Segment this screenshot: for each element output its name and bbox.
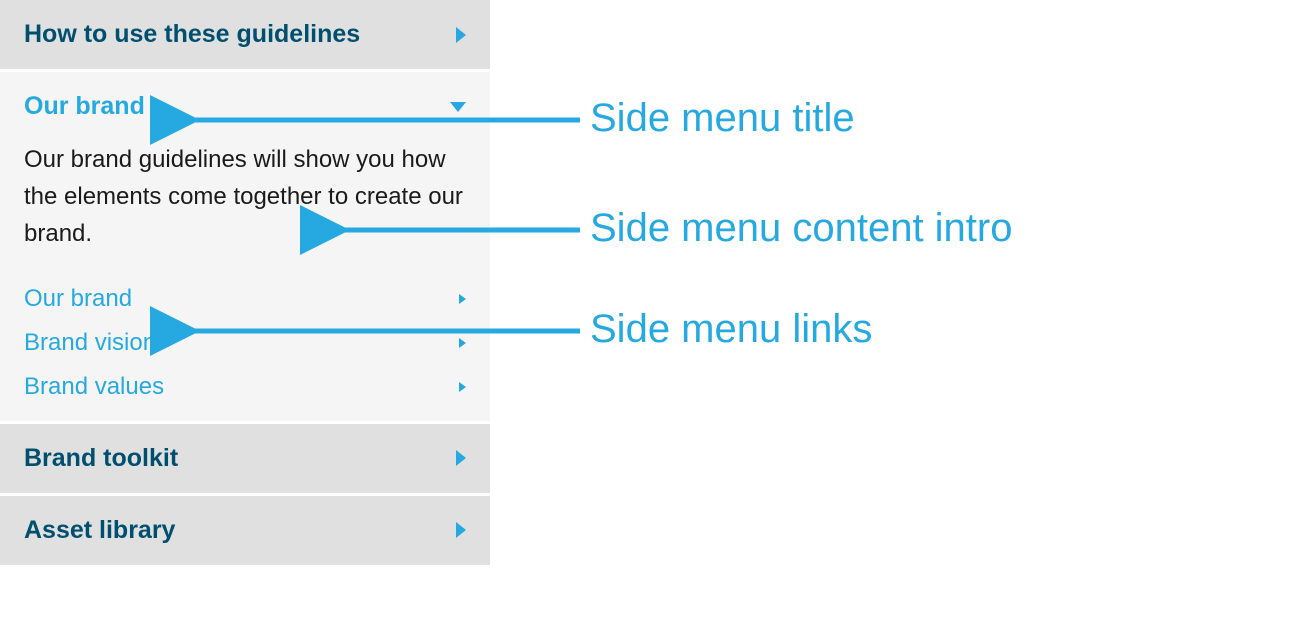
chevron-right-icon [456,450,466,466]
menu-header-label: How to use these guidelines [24,20,360,49]
annotation-arrow-links [170,316,585,346]
chevron-right-icon [459,382,466,392]
chevron-right-icon [456,27,466,43]
menu-link-label: Brand values [24,373,164,401]
chevron-right-icon [456,522,466,538]
menu-header-asset-library[interactable]: Asset library [0,496,490,568]
annotation-intro: Side menu content intro [590,206,1012,251]
annotation-title: Side menu title [590,96,855,141]
menu-link-our-brand[interactable]: Our brand [24,277,466,321]
annotation-arrow-intro [320,215,585,245]
annotation-links: Side menu links [590,307,872,352]
menu-link-label: Brand vision [24,329,156,357]
menu-header-label: Asset library [24,516,175,545]
menu-header-guidelines[interactable]: How to use these guidelines [0,0,490,72]
menu-header-label: Brand toolkit [24,444,178,473]
menu-link-brand-values[interactable]: Brand values [24,365,466,409]
menu-section-title: Our brand [24,92,145,121]
sidebar: How to use these guidelines Our brand Ou… [0,0,490,568]
annotation-arrow-title [170,105,585,135]
menu-header-brand-toolkit[interactable]: Brand toolkit [0,424,490,496]
chevron-right-icon [459,294,466,304]
menu-link-label: Our brand [24,285,132,313]
